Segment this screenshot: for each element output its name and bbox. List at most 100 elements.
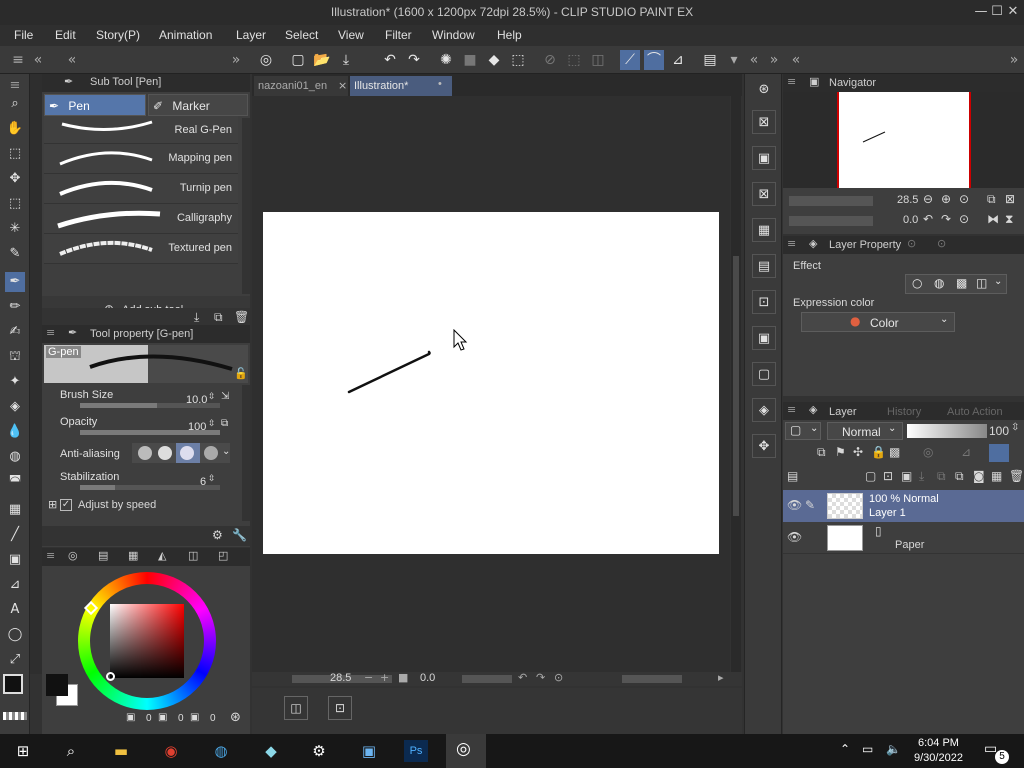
aa-none-option[interactable] xyxy=(138,446,152,460)
material-icon[interactable]: ⊡ xyxy=(752,290,776,314)
chevron-up-icon[interactable]: ⌃ xyxy=(840,742,850,756)
fit-icon[interactable]: ■ xyxy=(398,671,408,684)
rotate-left-icon[interactable]: ↶ xyxy=(923,212,933,226)
zoom-value[interactable]: 28.5 xyxy=(330,672,351,684)
stabilization-slider[interactable] xyxy=(80,485,220,490)
scroll-right-icon[interactable]: ▸ xyxy=(718,671,724,684)
trash-icon[interactable]: 🗑 xyxy=(1009,469,1024,483)
lock-icon[interactable]: 🔓 xyxy=(234,367,248,380)
menu-window[interactable]: Window xyxy=(432,28,475,42)
panel-menu-icon[interactable]: ≡ xyxy=(787,237,796,250)
tab-auto-action[interactable]: Auto Action xyxy=(947,406,1003,418)
lock-transparent-icon[interactable]: ▩ xyxy=(889,445,900,459)
blend-tool-icon[interactable]: 💧 xyxy=(5,422,25,442)
control-panel-icon[interactable]: ▣ xyxy=(356,738,382,764)
transfer-down-icon[interactable]: ⤓ xyxy=(919,469,924,484)
aa-weak-option[interactable] xyxy=(158,446,172,460)
balloon-tool-icon[interactable]: ◯ xyxy=(5,625,25,645)
layer-options-icon[interactable]: ▤ xyxy=(787,469,798,483)
eye-icon[interactable]: 👁 xyxy=(787,530,802,544)
brush-size-row[interactable]: Brush Size 10.0 ⇳ ⇲ xyxy=(58,387,234,413)
hand-tool-icon[interactable]: ✋ xyxy=(5,119,25,139)
menu-view[interactable]: View xyxy=(338,28,364,42)
tab-document-active[interactable]: Illustration* • xyxy=(350,76,452,96)
save-icon[interactable]: ⤓ xyxy=(336,50,356,70)
fill-tool-icon[interactable]: ◍ xyxy=(5,447,25,467)
list-item[interactable]: Real G-Pen xyxy=(44,116,238,144)
open-icon[interactable]: 📂 xyxy=(312,50,332,70)
material-icon[interactable]: ▦ xyxy=(752,218,776,242)
deselect-icon[interactable]: ⊘ xyxy=(540,50,560,70)
material-icon[interactable]: ▣ xyxy=(752,326,776,350)
approximate-color-tab-icon[interactable]: ◫ xyxy=(188,549,198,562)
close-button[interactable]: ✕ xyxy=(1004,3,1022,21)
clear-icon[interactable]: ■ xyxy=(460,50,480,70)
toggle-panels-icon[interactable]: ◫ xyxy=(284,696,308,720)
brush-tool-icon[interactable]: ✍ xyxy=(5,322,25,342)
material-icon[interactable]: ▣ xyxy=(752,146,776,170)
color-history-tab-icon[interactable]: ◰ xyxy=(218,549,228,562)
menu-layer[interactable]: Layer xyxy=(236,28,266,42)
trash-icon[interactable]: 🗑 xyxy=(234,310,249,324)
menu-help[interactable]: Help xyxy=(497,28,522,42)
collapse-icon[interactable]: « xyxy=(62,50,82,70)
expand-icon[interactable]: ⊞ xyxy=(48,498,57,511)
layer-row[interactable]: 👁 ▯ Paper xyxy=(783,522,1024,554)
tab-layer[interactable]: Layer xyxy=(829,406,857,418)
opacity-row[interactable]: Opacity 100 ⇳ ⧉ xyxy=(58,414,234,440)
layer-row-selected[interactable]: 👁 ✎ 100 % Normal Layer 1 xyxy=(783,490,1024,522)
menu-file[interactable]: File xyxy=(14,28,33,42)
dropdown-icon[interactable]: ▾ xyxy=(724,50,744,70)
operation-tool-icon[interactable]: ⬚ xyxy=(5,144,25,164)
navigator-rotation-value[interactable]: 0.0 xyxy=(903,214,918,226)
zoom-out-icon[interactable]: ⊖ xyxy=(923,192,933,206)
chevron-down-icon[interactable]: ⌄ xyxy=(222,446,230,457)
file-explorer-icon[interactable]: ▬ xyxy=(108,738,134,764)
canvas-vertical-scrollbar[interactable] xyxy=(731,96,741,672)
eraser-tool-icon[interactable]: ◈ xyxy=(5,397,25,417)
mask-icon[interactable]: ◎ xyxy=(923,445,933,459)
new-raster-layer-icon[interactable]: ▢ xyxy=(865,469,876,483)
layer-search-tab-icon[interactable]: ⊙ xyxy=(907,237,916,250)
sub-tool-scrollbar[interactable] xyxy=(242,118,250,294)
settings-icon[interactable]: ⚙ xyxy=(212,528,223,542)
navigator-zoom-value[interactable]: 28.5 xyxy=(897,194,918,206)
material-icon[interactable]: ◈ xyxy=(752,398,776,422)
draft-layer-icon[interactable]: ✣ xyxy=(853,445,863,459)
spin-icon[interactable]: ⇳ xyxy=(1011,422,1019,433)
clock-time[interactable]: 6:04 PM xyxy=(918,737,959,749)
lock-layer-icon[interactable]: 🔒 xyxy=(871,445,886,459)
new-file-icon[interactable]: ▢ xyxy=(288,50,308,70)
text-tool-icon[interactable]: A xyxy=(5,600,25,620)
search-icon[interactable]: ⌕ xyxy=(58,738,84,764)
color-mode-icon[interactable]: ⊛ xyxy=(230,710,241,725)
rotate-left-icon[interactable]: ↶ xyxy=(518,671,527,684)
menu-edit[interactable]: Edit xyxy=(55,28,76,42)
pencil-tool-icon[interactable]: ✏ xyxy=(5,297,25,317)
color-marker[interactable] xyxy=(106,672,115,681)
eyedropper-tool-icon[interactable]: ✎ xyxy=(5,244,25,264)
navigator-icon[interactable]: ⊛ xyxy=(752,78,776,102)
figure-tool-icon[interactable]: ╱ xyxy=(5,525,25,545)
rotation-slider[interactable] xyxy=(462,675,512,683)
transparent-color-swatch[interactable] xyxy=(3,712,27,720)
panel-menu-icon[interactable]: ≡ xyxy=(8,50,28,70)
adjust-by-speed-checkbox[interactable]: ✓ xyxy=(60,499,72,511)
intermediate-color-tab-icon[interactable]: ◭ xyxy=(158,549,166,562)
panel-menu-icon[interactable]: ≡ xyxy=(46,326,55,339)
material-icon[interactable]: ▢ xyxy=(752,362,776,386)
move-layer-tool-icon[interactable]: ✥ xyxy=(5,169,25,189)
auto-select-tool-icon[interactable]: ✳ xyxy=(5,219,25,239)
color-wheel-tab-icon[interactable]: ◎ xyxy=(68,549,78,562)
main-color-swatch[interactable] xyxy=(3,674,23,694)
spin-icon[interactable]: ⇳ xyxy=(208,419,216,429)
gradient-tool-icon[interactable]: ◚ xyxy=(5,472,25,492)
chrome-icon[interactable]: ◉ xyxy=(158,738,184,764)
list-item[interactable]: Mapping pen xyxy=(44,144,238,174)
spin-icon[interactable]: ⇳ xyxy=(208,392,216,402)
new-vector-layer-icon[interactable]: ⊡ xyxy=(883,469,893,483)
pen-tool-icon[interactable]: ✒ xyxy=(5,272,25,292)
flip-horizontal-icon[interactable]: ⧓ xyxy=(987,212,999,226)
saturation-value-square[interactable] xyxy=(110,604,184,678)
redo-icon[interactable]: ↷ xyxy=(404,50,424,70)
